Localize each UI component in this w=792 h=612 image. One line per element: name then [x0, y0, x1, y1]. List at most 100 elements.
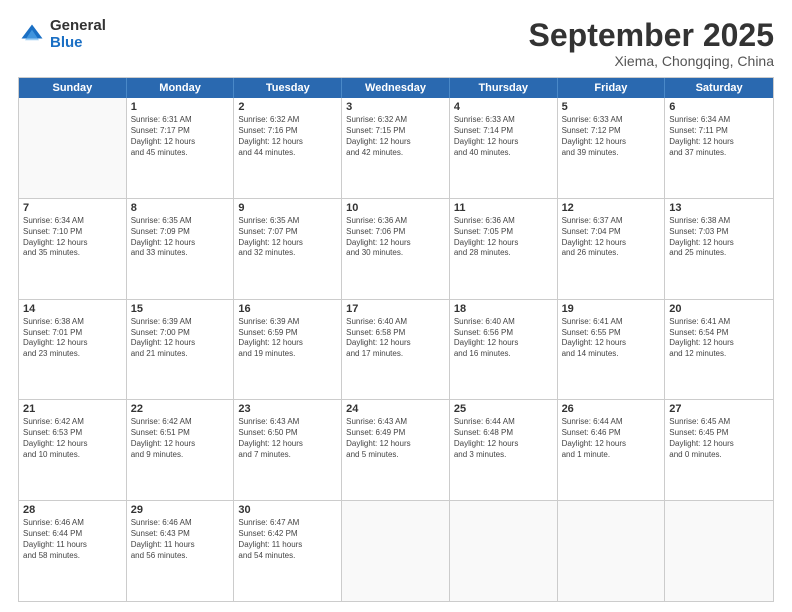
day-number: 15: [131, 303, 230, 315]
cell-info: Sunrise: 6:41 AM Sunset: 6:55 PM Dayligh…: [562, 317, 661, 360]
page: General Blue September 2025 Xiema, Chong…: [0, 0, 792, 612]
day-number: 9: [238, 202, 337, 214]
calendar-cell-4: 4Sunrise: 6:33 AM Sunset: 7:14 PM Daylig…: [450, 98, 558, 198]
calendar-cell-22: 22Sunrise: 6:42 AM Sunset: 6:51 PM Dayli…: [127, 400, 235, 500]
cell-info: Sunrise: 6:31 AM Sunset: 7:17 PM Dayligh…: [131, 115, 230, 158]
day-number: 13: [669, 202, 769, 214]
calendar-cell-13: 13 Sunrise: 6:38 AM Sunset: 7:03 PM Dayli…: [665, 199, 773, 299]
day-number: 19: [562, 303, 661, 315]
title-block: September 2025 Xiema, Chongqing, China: [529, 18, 774, 69]
cell-info: Sunrise: 6:44 AM Sunset: 6:46 PM Dayligh…: [562, 417, 661, 460]
cell-info: Sunrise: 6:35 AM Sunset: 7:09 PM Dayligh…: [131, 216, 230, 259]
calendar-cell-21: 21Sunrise: 6:42 AM Sunset: 6:53 PM Dayli…: [19, 400, 127, 500]
day-number: 10: [346, 202, 445, 214]
cell-info: Sunrise: 6:33 AM Sunset: 7:12 PM Dayligh…: [562, 115, 661, 158]
day-number: 16: [238, 303, 337, 315]
calendar-row-2: 7 Sunrise: 6:34 AM Sunset: 7:10 PM Daylig…: [19, 198, 773, 299]
calendar-row-5: 28 Sunrise: 6:46 AM Sunset: 6:44 PM Dayli…: [19, 500, 773, 601]
cell-info: Sunrise: 6:37 AM Sunset: 7:04 PM Dayligh…: [562, 216, 661, 259]
calendar-cell-1: 1 Sunrise: 6:31 AM Sunset: 7:17 PM Daylig…: [127, 98, 235, 198]
calendar-row-1: 1 Sunrise: 6:31 AM Sunset: 7:17 PM Daylig…: [19, 98, 773, 198]
header: General Blue September 2025 Xiema, Chong…: [18, 18, 774, 69]
cell-info: Sunrise: 6:39 AM Sunset: 7:00 PM Dayligh…: [131, 317, 230, 360]
logo-blue: Blue: [50, 35, 106, 52]
day-number: 23: [238, 403, 337, 415]
calendar-cell-11: 11Sunrise: 6:36 AM Sunset: 7:05 PM Dayli…: [450, 199, 558, 299]
calendar-cell-29: 29 Sunrise: 6:46 AM Sunset: 6:43 PM Dayli…: [127, 501, 235, 601]
day-number: 20: [669, 303, 769, 315]
cell-info: Sunrise: 6:40 AM Sunset: 6:58 PM Dayligh…: [346, 317, 445, 360]
cell-info: Sunrise: 6:38 AM Sunset: 7:03 PM Dayligh…: [669, 216, 769, 259]
cell-info: Sunrise: 6:44 AM Sunset: 6:48 PM Dayligh…: [454, 417, 553, 460]
calendar-cell-10: 10 Sunrise: 6:36 AM Sunset: 7:06 PM Dayli…: [342, 199, 450, 299]
calendar-cell-23: 23 Sunrise: 6:43 AM Sunset: 6:50 PM Dayli…: [234, 400, 342, 500]
cell-info: Sunrise: 6:34 AM Sunset: 7:10 PM Dayligh…: [23, 216, 122, 259]
day-number: 18: [454, 303, 553, 315]
calendar-cell-14: 14Sunrise: 6:38 AM Sunset: 7:01 PM Dayli…: [19, 300, 127, 400]
cell-info: Sunrise: 6:32 AM Sunset: 7:15 PM Dayligh…: [346, 115, 445, 158]
header-day-tuesday: Tuesday: [234, 78, 342, 98]
calendar-cell-empty: [558, 501, 666, 601]
day-number: 11: [454, 202, 553, 214]
calendar-body: 1 Sunrise: 6:31 AM Sunset: 7:17 PM Daylig…: [19, 98, 773, 601]
cell-info: Sunrise: 6:33 AM Sunset: 7:14 PM Dayligh…: [454, 115, 553, 158]
month-title: September 2025: [529, 18, 774, 53]
calendar-cell-30: 30 Sunrise: 6:47 AM Sunset: 6:42 PM Dayli…: [234, 501, 342, 601]
calendar-cell-7: 7 Sunrise: 6:34 AM Sunset: 7:10 PM Daylig…: [19, 199, 127, 299]
cell-info: Sunrise: 6:32 AM Sunset: 7:16 PM Dayligh…: [238, 115, 337, 158]
day-number: 14: [23, 303, 122, 315]
calendar-cell-27: 27 Sunrise: 6:45 AM Sunset: 6:45 PM Dayli…: [665, 400, 773, 500]
header-day-sunday: Sunday: [19, 78, 127, 98]
day-number: 25: [454, 403, 553, 415]
day-number: 29: [131, 504, 230, 516]
day-number: 8: [131, 202, 230, 214]
day-number: 5: [562, 101, 661, 113]
logo-general: General: [50, 18, 106, 35]
cell-info: Sunrise: 6:45 AM Sunset: 6:45 PM Dayligh…: [669, 417, 769, 460]
calendar-cell-16: 16Sunrise: 6:39 AM Sunset: 6:59 PM Dayli…: [234, 300, 342, 400]
cell-info: Sunrise: 6:46 AM Sunset: 6:43 PM Dayligh…: [131, 518, 230, 561]
day-number: 30: [238, 504, 337, 516]
cell-info: Sunrise: 6:46 AM Sunset: 6:44 PM Dayligh…: [23, 518, 122, 561]
day-number: 21: [23, 403, 122, 415]
logo-icon: [18, 21, 46, 49]
calendar-cell-15: 15 Sunrise: 6:39 AM Sunset: 7:00 PM Dayli…: [127, 300, 235, 400]
header-day-monday: Monday: [127, 78, 235, 98]
header-day-friday: Friday: [558, 78, 666, 98]
calendar-cell-25: 25 Sunrise: 6:44 AM Sunset: 6:48 PM Dayli…: [450, 400, 558, 500]
header-day-thursday: Thursday: [450, 78, 558, 98]
calendar-cell-28: 28 Sunrise: 6:46 AM Sunset: 6:44 PM Dayli…: [19, 501, 127, 601]
cell-info: Sunrise: 6:43 AM Sunset: 6:50 PM Dayligh…: [238, 417, 337, 460]
calendar-cell-9: 9 Sunrise: 6:35 AM Sunset: 7:07 PM Daylig…: [234, 199, 342, 299]
day-number: 2: [238, 101, 337, 113]
day-number: 27: [669, 403, 769, 415]
calendar-header: SundayMondayTuesdayWednesdayThursdayFrid…: [19, 78, 773, 98]
day-number: 7: [23, 202, 122, 214]
cell-info: Sunrise: 6:34 AM Sunset: 7:11 PM Dayligh…: [669, 115, 769, 158]
day-number: 12: [562, 202, 661, 214]
cell-info: Sunrise: 6:47 AM Sunset: 6:42 PM Dayligh…: [238, 518, 337, 561]
day-number: 28: [23, 504, 122, 516]
logo: General Blue: [18, 18, 106, 51]
calendar-cell-empty: [665, 501, 773, 601]
cell-info: Sunrise: 6:43 AM Sunset: 6:49 PM Dayligh…: [346, 417, 445, 460]
cell-info: Sunrise: 6:41 AM Sunset: 6:54 PM Dayligh…: [669, 317, 769, 360]
cell-info: Sunrise: 6:42 AM Sunset: 6:51 PM Dayligh…: [131, 417, 230, 460]
calendar-cell-19: 19 Sunrise: 6:41 AM Sunset: 6:55 PM Dayli…: [558, 300, 666, 400]
day-number: 17: [346, 303, 445, 315]
calendar-cell-5: 5 Sunrise: 6:33 AM Sunset: 7:12 PM Daylig…: [558, 98, 666, 198]
calendar-cell-26: 26Sunrise: 6:44 AM Sunset: 6:46 PM Dayli…: [558, 400, 666, 500]
day-number: 1: [131, 101, 230, 113]
calendar-row-4: 21Sunrise: 6:42 AM Sunset: 6:53 PM Dayli…: [19, 399, 773, 500]
calendar-cell-2: 2 Sunrise: 6:32 AM Sunset: 7:16 PM Daylig…: [234, 98, 342, 198]
day-number: 3: [346, 101, 445, 113]
calendar: SundayMondayTuesdayWednesdayThursdayFrid…: [18, 77, 774, 602]
cell-info: Sunrise: 6:36 AM Sunset: 7:06 PM Dayligh…: [346, 216, 445, 259]
cell-info: Sunrise: 6:35 AM Sunset: 7:07 PM Dayligh…: [238, 216, 337, 259]
header-day-saturday: Saturday: [665, 78, 773, 98]
day-number: 24: [346, 403, 445, 415]
calendar-cell-8: 8 Sunrise: 6:35 AM Sunset: 7:09 PM Daylig…: [127, 199, 235, 299]
calendar-cell-3: 3 Sunrise: 6:32 AM Sunset: 7:15 PM Daylig…: [342, 98, 450, 198]
calendar-cell-24: 24 Sunrise: 6:43 AM Sunset: 6:49 PM Dayli…: [342, 400, 450, 500]
header-day-wednesday: Wednesday: [342, 78, 450, 98]
